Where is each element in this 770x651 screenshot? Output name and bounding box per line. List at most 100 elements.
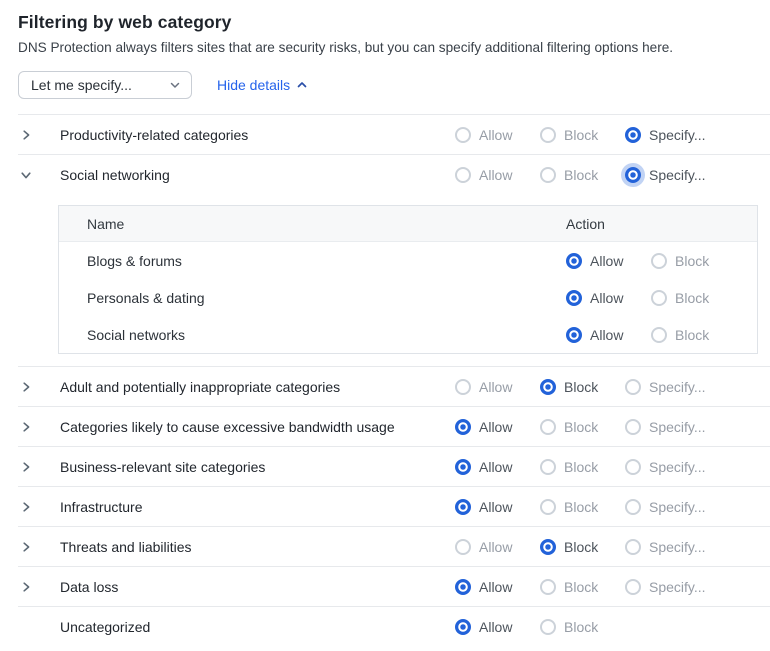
radio-label: Block — [675, 253, 709, 269]
radio-label: Block — [564, 579, 598, 595]
filter-mode-select[interactable]: Let me specify... — [18, 71, 192, 99]
allow-radio[interactable]: Allow — [455, 127, 512, 143]
allow-radio[interactable]: Allow — [455, 619, 512, 635]
radio-icon — [540, 539, 556, 555]
radio-label: Specify... — [649, 459, 706, 475]
block-radio[interactable]: Block — [540, 579, 598, 595]
category-group-social-networking: Social networking Allow Block Specify...… — [0, 155, 770, 367]
radio-label: Allow — [479, 539, 512, 555]
allow-radio[interactable]: Allow — [455, 499, 512, 515]
radio-icon — [455, 419, 471, 435]
subcategory-row-personals-dating: Personals & dating Allow Block — [59, 279, 757, 316]
radio-icon — [625, 539, 641, 555]
radio-label: Allow — [479, 619, 512, 635]
category-name: Categories likely to cause excessive ban… — [60, 419, 395, 435]
radio-icon — [625, 127, 641, 143]
radio-icon — [455, 379, 471, 395]
allow-radio[interactable]: Allow — [455, 379, 512, 395]
column-header-name: Name — [87, 216, 124, 232]
category-row-productivity: Productivity-related categories Allow Bl… — [0, 115, 770, 155]
specify-radio[interactable]: Specify... — [625, 539, 706, 555]
chevron-right-icon[interactable] — [20, 129, 32, 141]
chevron-right-icon[interactable] — [20, 381, 32, 393]
block-radio[interactable]: Block — [540, 539, 598, 555]
chevron-down-icon[interactable] — [20, 169, 32, 181]
radio-label: Specify... — [649, 539, 706, 555]
subcategory-row-blogs-forums: Blogs & forums Allow Block — [59, 242, 757, 279]
category-name: Uncategorized — [60, 619, 150, 635]
category-name: Business-relevant site categories — [60, 459, 265, 475]
chevron-right-icon[interactable] — [20, 581, 32, 593]
radio-label: Allow — [590, 290, 623, 306]
block-radio[interactable]: Block — [540, 499, 598, 515]
allow-radio[interactable]: Allow — [455, 459, 512, 475]
radio-label: Allow — [479, 499, 512, 515]
specify-radio[interactable]: Specify... — [625, 499, 706, 515]
allow-radio[interactable]: Allow — [566, 253, 623, 269]
allow-radio[interactable]: Allow — [566, 290, 623, 306]
radio-icon — [625, 419, 641, 435]
radio-icon — [651, 327, 667, 343]
radio-icon — [566, 327, 582, 343]
allow-radio[interactable]: Allow — [455, 167, 512, 183]
radio-icon — [625, 579, 641, 595]
block-radio[interactable]: Block — [651, 253, 709, 269]
specify-radio[interactable]: Specify... — [625, 379, 706, 395]
radio-label: Block — [564, 539, 598, 555]
radio-icon — [625, 379, 641, 395]
category-row-adult: Adult and potentially inappropriate cate… — [0, 367, 770, 407]
hide-details-label: Hide details — [217, 77, 290, 93]
specify-radio[interactable]: Specify... — [625, 419, 706, 435]
allow-radio[interactable]: Allow — [455, 419, 512, 435]
radio-icon — [540, 379, 556, 395]
radio-icon — [566, 290, 582, 306]
category-name: Data loss — [60, 579, 118, 595]
allow-radio[interactable]: Allow — [566, 327, 623, 343]
specify-radio[interactable]: Specify... — [625, 459, 706, 475]
block-radio[interactable]: Block — [651, 327, 709, 343]
radio-label: Block — [564, 379, 598, 395]
radio-icon — [455, 459, 471, 475]
category-name: Infrastructure — [60, 499, 142, 515]
block-radio[interactable]: Block — [540, 419, 598, 435]
subcategory-name: Blogs & forums — [87, 253, 182, 269]
specify-radio[interactable]: Specify... — [625, 127, 706, 143]
radio-label: Allow — [479, 379, 512, 395]
allow-radio[interactable]: Allow — [455, 579, 512, 595]
chevron-right-icon[interactable] — [20, 461, 32, 473]
radio-icon — [455, 499, 471, 515]
chevron-right-icon[interactable] — [20, 421, 32, 433]
block-radio[interactable]: Block — [540, 379, 598, 395]
specify-radio[interactable]: Specify... — [625, 579, 706, 595]
radio-label: Block — [564, 167, 598, 183]
specify-radio[interactable]: Specify... — [625, 167, 706, 183]
column-header-action: Action — [566, 216, 605, 232]
radio-label: Specify... — [649, 379, 706, 395]
subcategory-table-header: Name Action — [59, 206, 757, 242]
allow-radio[interactable]: Allow — [455, 539, 512, 555]
block-radio[interactable]: Block — [540, 167, 598, 183]
radio-icon — [651, 290, 667, 306]
radio-label: Allow — [479, 459, 512, 475]
radio-label: Allow — [479, 127, 512, 143]
chevron-right-icon[interactable] — [20, 501, 32, 513]
chevron-right-icon[interactable] — [20, 541, 32, 553]
radio-label: Block — [675, 290, 709, 306]
block-radio[interactable]: Block — [540, 127, 598, 143]
radio-icon — [625, 459, 641, 475]
hide-details-link[interactable]: Hide details — [217, 77, 308, 93]
category-row-business: Business-relevant site categories Allow … — [0, 447, 770, 487]
radio-icon — [566, 253, 582, 269]
block-radio[interactable]: Block — [651, 290, 709, 306]
category-row-data-loss: Data loss Allow Block Specify... — [0, 567, 770, 607]
chevron-down-icon — [169, 79, 181, 91]
category-name: Adult and potentially inappropriate cate… — [60, 379, 340, 395]
radio-icon — [540, 499, 556, 515]
block-radio[interactable]: Block — [540, 619, 598, 635]
category-row-uncategorized: Uncategorized Allow Block — [0, 607, 770, 647]
subcategory-table: Name Action Blogs & forums Allow Block P… — [58, 205, 758, 354]
radio-icon — [455, 619, 471, 635]
radio-label: Block — [564, 419, 598, 435]
block-radio[interactable]: Block — [540, 459, 598, 475]
radio-label: Specify... — [649, 127, 706, 143]
